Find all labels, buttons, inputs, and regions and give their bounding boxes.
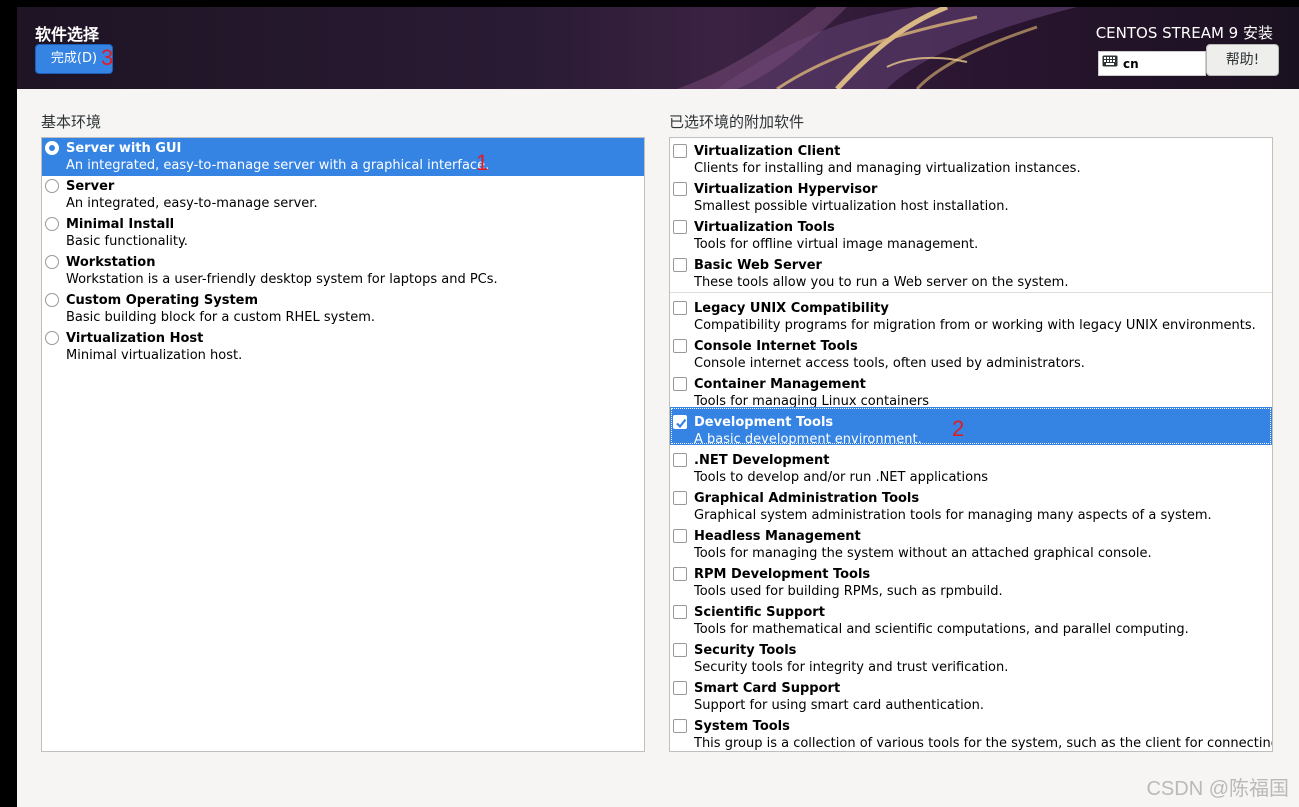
checkbox[interactable] — [673, 681, 687, 695]
environment-name: Server — [66, 179, 115, 194]
radio-button[interactable] — [45, 293, 59, 307]
addon-description: This group is a collection of various to… — [694, 736, 1273, 751]
addon-name: Virtualization Tools — [694, 220, 835, 235]
keyboard-layout-indicator[interactable]: cn — [1098, 51, 1206, 76]
addon-name: .NET Development — [694, 453, 830, 468]
environment-option-custom-operating-system[interactable]: Custom Operating System Basic building bl… — [42, 290, 644, 328]
environment-name: Server with GUI — [66, 141, 182, 156]
addon-software-list[interactable]: Virtualization Client Clients for install… — [669, 137, 1273, 752]
addon-name: Virtualization Hypervisor — [694, 182, 878, 197]
addon-option-virtualization-hypervisor[interactable]: Virtualization Hypervisor Smallest possib… — [670, 174, 1272, 214]
addon-option-console-internet-tools[interactable]: Console Internet Tools Console internet a… — [670, 331, 1272, 371]
addon-option-rpm-development-tools[interactable]: RPM Development Tools Tools used for buil… — [670, 559, 1272, 599]
environment-description: Workstation is a user-friendly desktop s… — [66, 272, 498, 287]
checkbox[interactable] — [673, 339, 687, 353]
environment-name: Custom Operating System — [66, 293, 259, 308]
checkbox[interactable] — [673, 415, 687, 429]
checkbox[interactable] — [673, 301, 687, 315]
addon-name: Smart Card Support — [694, 681, 841, 696]
checkbox[interactable] — [673, 144, 687, 158]
checkbox[interactable] — [673, 643, 687, 657]
checkbox[interactable] — [673, 182, 687, 196]
addon-name: Development Tools — [694, 415, 834, 430]
addon-option-net-development[interactable]: .NET Development Tools to develop and/or … — [670, 445, 1272, 485]
annotation-1: 1 — [476, 150, 489, 175]
radio-button[interactable] — [45, 255, 59, 269]
addon-name: Basic Web Server — [694, 258, 822, 273]
addon-option-scientific-support[interactable]: Scientific Support Tools for mathematical… — [670, 597, 1272, 637]
checkbox[interactable] — [673, 220, 687, 234]
environment-option-minimal-install[interactable]: Minimal Install Basic functionality. — [42, 214, 644, 252]
addon-name: Console Internet Tools — [694, 339, 858, 354]
checkbox[interactable] — [673, 529, 687, 543]
software-selection-window: 软件选择 完成(D) 3 CENTOS STREAM 9 安装 cn 帮助! 基… — [17, 7, 1299, 807]
annotation-3: 3 — [101, 45, 114, 70]
header-banner: 软件选择 完成(D) 3 CENTOS STREAM 9 安装 cn 帮助! — [17, 7, 1299, 89]
addon-description: These tools allow you to run a Web serve… — [694, 275, 1069, 290]
checkbox[interactable] — [673, 453, 687, 467]
environment-name: Virtualization Host — [66, 331, 204, 346]
addon-option-basic-web-server[interactable]: Basic Web Server These tools allow you to… — [670, 250, 1272, 290]
addon-name: Headless Management — [694, 529, 861, 544]
addon-option-graphical-administration-tools[interactable]: Graphical Administration Tools Graphical … — [670, 483, 1272, 523]
base-environment-list[interactable]: Server with GUI An integrated, easy-to-ma… — [41, 137, 645, 752]
addon-name: System Tools — [694, 719, 790, 734]
addons-title: 已选环境的附加软件 — [669, 113, 805, 131]
annotation-2: 2 — [952, 416, 965, 441]
environment-description: Basic building block for a custom RHEL s… — [66, 310, 376, 325]
environment-option-server-with-gui[interactable]: Server with GUI An integrated, easy-to-ma… — [42, 138, 644, 176]
keyboard-icon — [1102, 52, 1118, 75]
checkbox[interactable] — [673, 377, 687, 391]
radio-button[interactable] — [45, 141, 59, 155]
environment-name: Minimal Install — [66, 217, 175, 232]
environment-option-workstation[interactable]: Workstation Workstation is a user-friendl… — [42, 252, 644, 290]
radio-button[interactable] — [45, 179, 59, 193]
addon-name: Scientific Support — [694, 605, 825, 620]
environment-description: An integrated, easy-to-manage server. — [66, 196, 318, 211]
watermark: CSDN @陈福国 — [1146, 778, 1289, 800]
base-environment-title: 基本环境 — [41, 113, 102, 131]
addon-name: Legacy UNIX Compatibility — [694, 301, 889, 316]
help-button[interactable]: 帮助! — [1206, 44, 1279, 76]
checkbox[interactable] — [673, 258, 687, 272]
environment-description: An integrated, easy-to-manage server wit… — [66, 158, 490, 173]
addon-option-legacy-unix-compatibility[interactable]: Legacy UNIX Compatibility Compatibility p… — [670, 293, 1272, 333]
addon-option-headless-management[interactable]: Headless Management Tools for managing th… — [670, 521, 1272, 561]
addon-name: Virtualization Client — [694, 144, 841, 159]
addon-option-virtualization-client[interactable]: Virtualization Client Clients for install… — [670, 138, 1272, 176]
addon-option-development-tools[interactable]: Development Tools A basic development env… — [670, 407, 1272, 447]
addon-name: Security Tools — [694, 643, 797, 658]
addon-option-container-management[interactable]: Container Management Tools for managing L… — [670, 369, 1272, 409]
environment-description: Minimal virtualization host. — [66, 348, 243, 363]
page-title: 软件选择 — [35, 25, 100, 44]
checkbox[interactable] — [673, 719, 687, 733]
checkbox[interactable] — [673, 567, 687, 581]
addon-option-system-tools[interactable]: System Tools This group is a collection o… — [670, 711, 1273, 751]
checkbox[interactable] — [673, 491, 687, 505]
radio-button[interactable] — [45, 217, 59, 231]
product-title: CENTOS STREAM 9 安装 — [1095, 24, 1273, 42]
checkbox[interactable] — [673, 605, 687, 619]
addon-name: Graphical Administration Tools — [694, 491, 920, 506]
environment-option-virtualization-host[interactable]: Virtualization Host Minimal virtualizatio… — [42, 328, 644, 366]
addon-option-virtualization-tools[interactable]: Virtualization Tools Tools for offline vi… — [670, 212, 1272, 252]
radio-button[interactable] — [45, 331, 59, 345]
addon-name: Container Management — [694, 377, 866, 392]
environment-name: Workstation — [66, 255, 156, 270]
addon-name: RPM Development Tools — [694, 567, 871, 582]
addon-option-security-tools[interactable]: Security Tools Security tools for integri… — [670, 635, 1272, 675]
environment-description: Basic functionality. — [66, 234, 188, 249]
keyboard-layout-label: cn — [1123, 57, 1139, 71]
environment-option-server[interactable]: Server An integrated, easy-to-manage serv… — [42, 176, 644, 214]
addon-option-smart-card-support[interactable]: Smart Card Support Support for using smar… — [670, 673, 1272, 713]
